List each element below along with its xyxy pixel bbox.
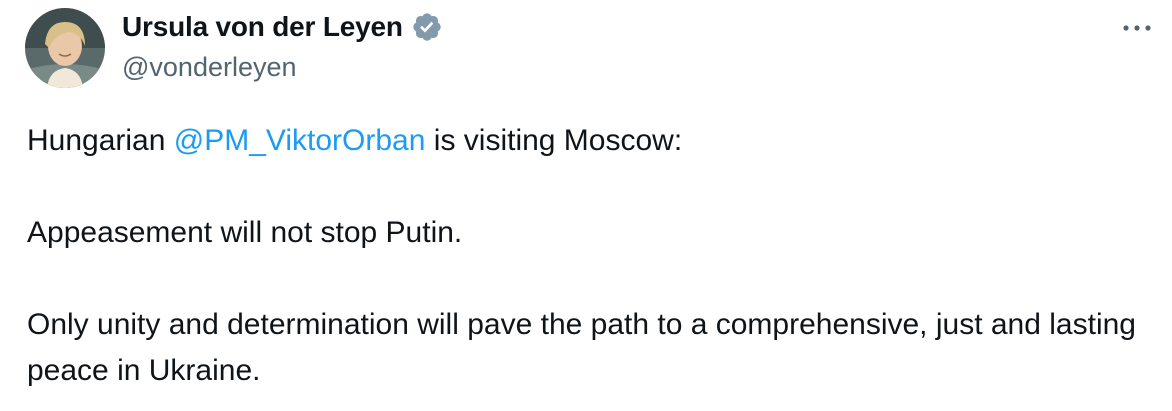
name-row: Ursula von der Leyen [122,8,443,46]
tweet-text-segment: Hungarian [27,124,174,157]
avatar[interactable] [25,8,105,88]
author-block: Ursula von der Leyen @vonderleyen [122,8,443,83]
tweet-card[interactable]: Ursula von der Leyen @vonderleyen Hungar… [0,0,1172,411]
display-name[interactable]: Ursula von der Leyen [122,11,403,43]
user-handle[interactable]: @vonderleyen [122,52,443,83]
tweet-text-segment: is visiting Moscow: [425,124,683,157]
mention-link[interactable]: @PM_ViktorOrban [174,124,426,157]
tweet-text: Hungarian @PM_ViktorOrban is visiting Mo… [27,118,1157,394]
tweet-paragraph-2: Appeasement will not stop Putin. [27,216,463,249]
tweet-paragraph-1: Hungarian @PM_ViktorOrban is visiting Mo… [27,118,1157,164]
profile-photo-icon [25,8,105,88]
tweet-paragraph-3: Only unity and determination will pave t… [27,308,1136,387]
verified-badge-icon [411,11,443,43]
more-horizontal-icon[interactable] [1120,20,1154,36]
